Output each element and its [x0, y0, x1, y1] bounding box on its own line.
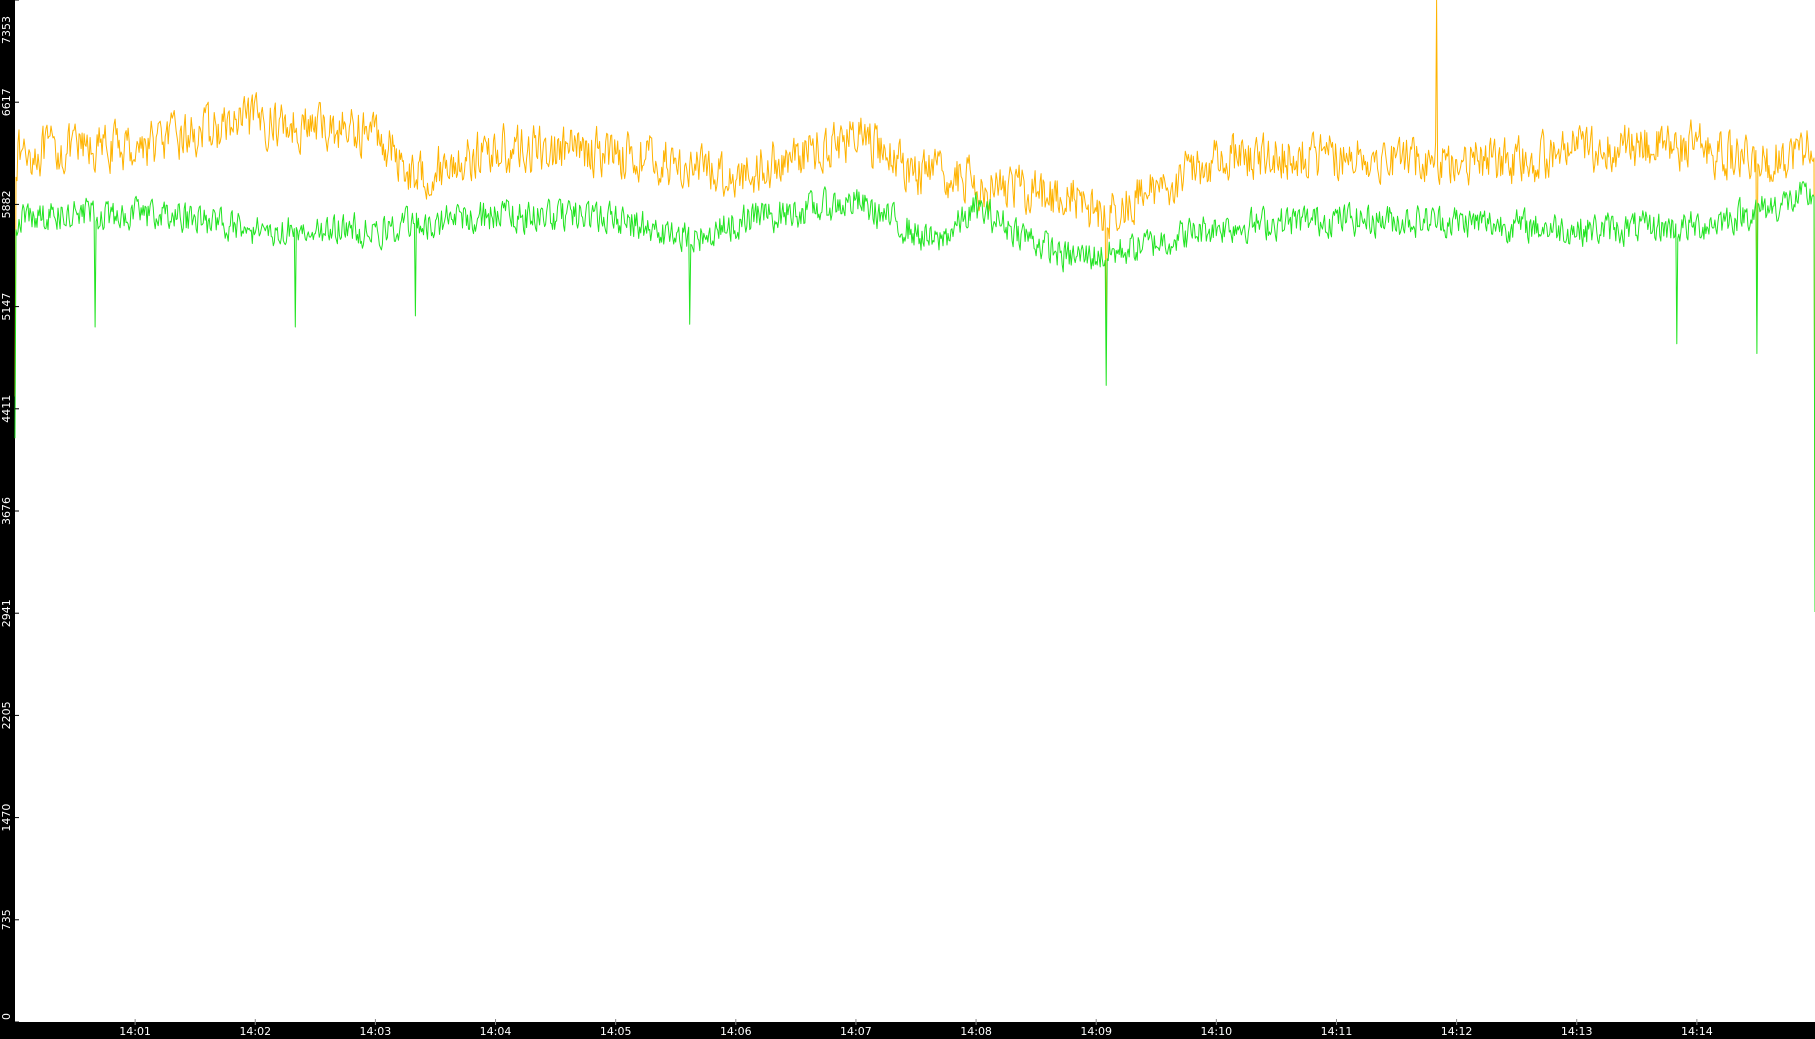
x-tick-label: 14:03 — [360, 1025, 392, 1038]
y-tick-label: 6617 — [0, 88, 13, 116]
x-tick-label: 14:14 — [1681, 1025, 1713, 1038]
y-tick-label: 5147 — [0, 293, 13, 321]
x-tick-label: 14:04 — [480, 1025, 512, 1038]
time-series-chart: 0 735 1470 2205 2941 3676 4411 5147 5882 6617 7353… — [0, 0, 1815, 1039]
x-tick-label: 14:09 — [1080, 1025, 1112, 1038]
plot-area — [15, 0, 1815, 1022]
x-tick-label: 14:05 — [600, 1025, 632, 1038]
y-tick-label: 0 — [0, 1013, 13, 1020]
x-tick-label: 14:12 — [1441, 1025, 1473, 1038]
x-tick-label: 14:01 — [119, 1025, 151, 1038]
x-tick-label: 14:07 — [840, 1025, 872, 1038]
x-tick-label: 14:08 — [960, 1025, 992, 1038]
y-tick-label: 2941 — [0, 599, 13, 627]
y-tick-label: 735 — [0, 909, 13, 930]
y-tick-label: 2205 — [0, 701, 13, 729]
x-tick-label: 14:06 — [720, 1025, 752, 1038]
x-tick-label: 14:02 — [239, 1025, 271, 1038]
y-tick-label: 1470 — [0, 804, 13, 832]
y-tick-label: 3676 — [0, 497, 13, 525]
y-tick-label: 4411 — [0, 395, 13, 423]
x-tick-label: 14:10 — [1200, 1025, 1232, 1038]
y-tick-label: 5882 — [0, 190, 13, 218]
x-tick-label: 14:13 — [1561, 1025, 1593, 1038]
x-tick-label: 14:11 — [1321, 1025, 1353, 1038]
y-tick-label: 7353 — [0, 16, 13, 44]
